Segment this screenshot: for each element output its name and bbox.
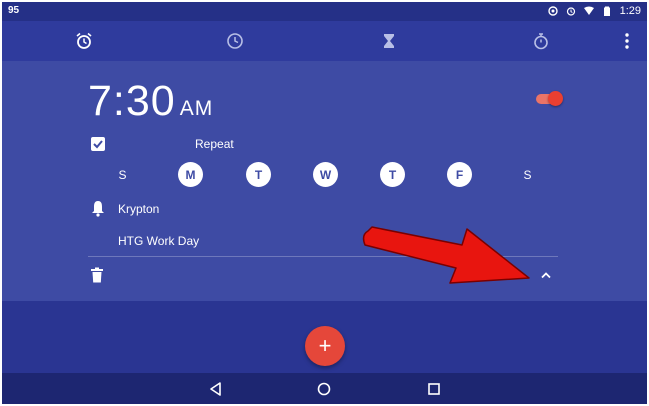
clock-tab[interactable] [224,30,246,52]
alarm-time-value: 7:30 [88,77,176,125]
clock-icon [227,33,243,49]
recents-icon[interactable] [426,381,442,397]
back-icon[interactable] [208,381,224,397]
notification-count: 95 [8,5,20,16]
clock-app-screen: 95 1:29 7:30 AM Repeat S M T W T F S Kry… [2,2,647,404]
alarm-ampm: AM [179,97,214,120]
day-toggle-wednesday[interactable]: W [313,162,338,187]
wifi-icon [583,6,594,15]
status-bar: 95 1:29 [2,2,647,21]
day-toggle-saturday[interactable]: S [515,162,540,187]
day-toggle-friday[interactable]: F [447,162,472,187]
alarm-enabled-toggle[interactable] [536,91,564,107]
tab-bar [2,21,647,61]
day-toggle-tuesday[interactable]: T [246,162,271,187]
day-toggle-monday[interactable]: M [178,162,203,187]
day-toggle-thursday[interactable]: T [380,162,405,187]
day-toggle-sunday[interactable]: S [110,162,135,187]
navigation-bar [2,373,647,404]
annotation-arrow [362,226,530,284]
timer-tab[interactable] [378,30,400,52]
alarm-card: 7:30 AM Repeat S M T W T F S Krypton HTG … [2,61,647,301]
toggle-thumb [548,91,563,106]
alarm-tab[interactable] [73,30,95,52]
alarm-time[interactable]: 7:30 AM [88,77,213,133]
checkmark-icon [93,140,103,149]
overflow-menu-icon[interactable] [619,30,635,52]
stopwatch-icon [534,33,548,50]
trash-icon[interactable] [90,267,104,283]
status-time: 1:29 [619,5,641,17]
repeat-label: Repeat [195,137,234,151]
battery-icon [603,6,610,16]
alarm-label[interactable]: HTG Work Day [118,234,199,248]
ringtone-name[interactable]: Krypton [118,202,159,216]
home-icon[interactable] [316,381,332,397]
collapse-chevron-icon[interactable] [540,270,552,280]
add-alarm-button[interactable]: + [305,326,345,366]
alarm-clock-icon [76,32,92,49]
stopwatch-tab[interactable] [530,30,552,52]
bell-icon [92,201,104,217]
hourglass-icon [384,34,394,48]
sync-icon [547,6,558,16]
repeat-checkbox[interactable] [91,137,105,151]
alarm-icon [566,7,575,16]
